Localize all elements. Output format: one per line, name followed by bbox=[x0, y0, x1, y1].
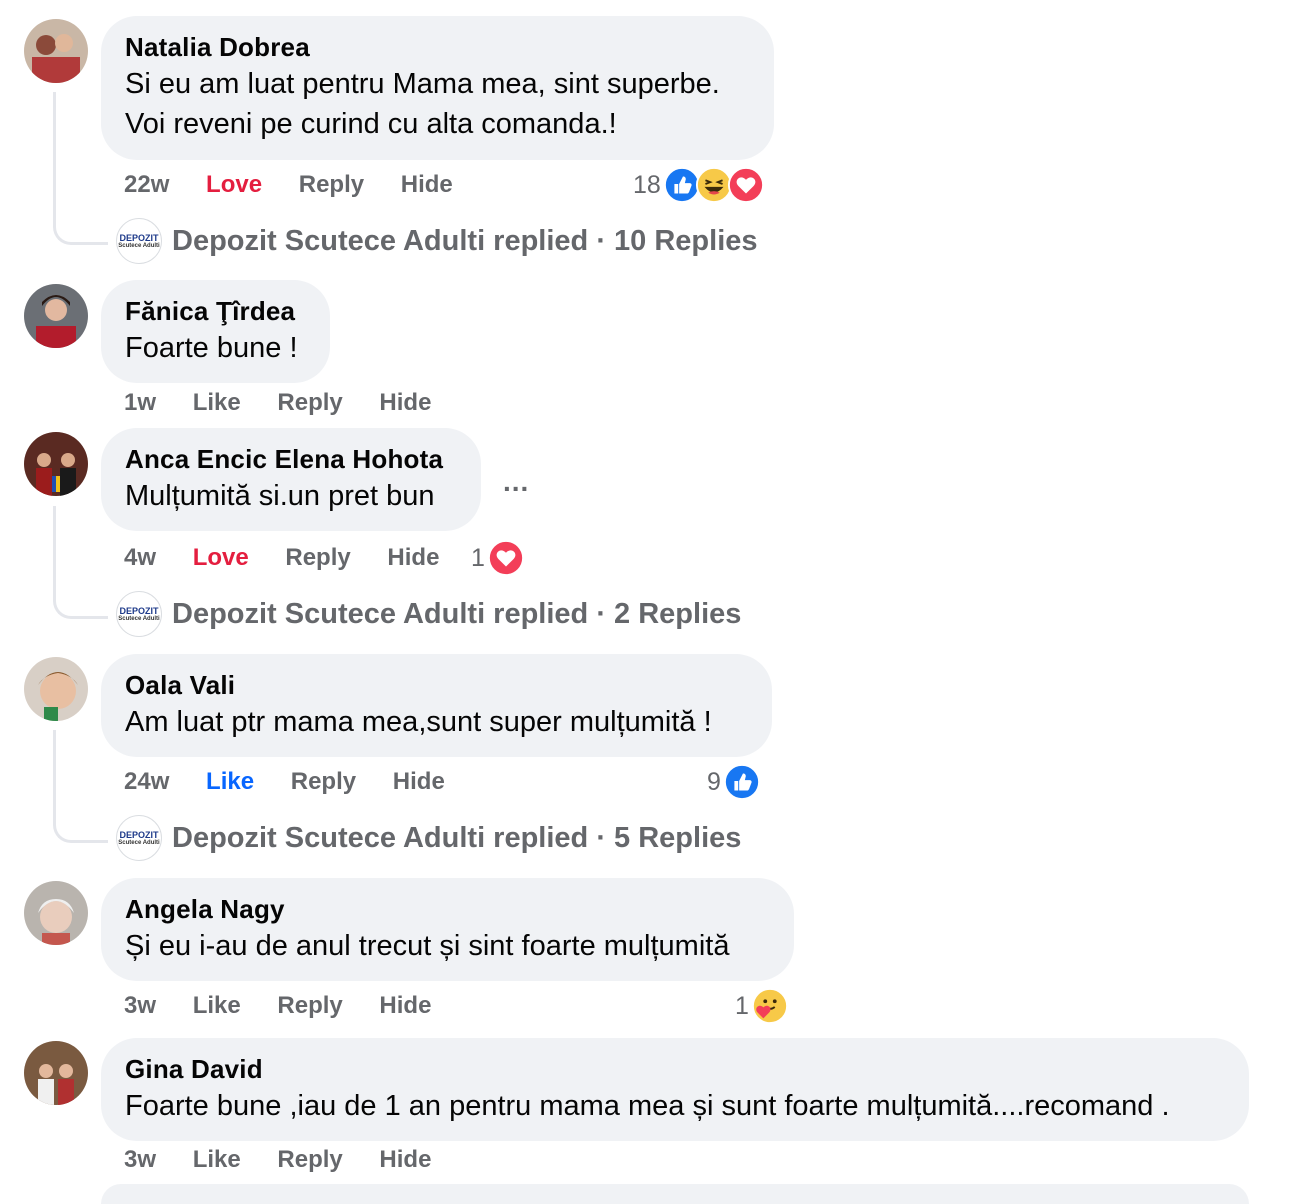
reply-button[interactable]: Reply bbox=[291, 768, 356, 795]
comment-author[interactable]: Natalia Dobrea bbox=[125, 30, 750, 64]
page-logo-text: DEPOZIT bbox=[119, 232, 159, 243]
avatar[interactable] bbox=[24, 657, 88, 721]
reaction-summary[interactable]: 1 bbox=[735, 986, 789, 1026]
reaction-summary[interactable]: 9 bbox=[707, 762, 761, 802]
comment-text: Voi reveni pe curind cu alta comanda.! bbox=[125, 108, 617, 140]
view-replies-link[interactable]: DEPOZIT Scutece Adulti Depozit Scutece A… bbox=[116, 813, 741, 863]
comment-time[interactable]: 24w bbox=[124, 768, 169, 795]
reaction-count: 9 bbox=[707, 767, 721, 796]
love-icon bbox=[487, 539, 525, 577]
comment-time[interactable]: 3w bbox=[124, 992, 156, 1019]
hide-button[interactable]: Hide bbox=[379, 389, 431, 416]
comment-author[interactable]: Oala Vali bbox=[125, 668, 748, 702]
page-logo-subtext: Scutece Adulti bbox=[118, 839, 160, 846]
comment-actions: 3w Like Reply Hide bbox=[124, 1143, 461, 1177]
like-icon bbox=[723, 763, 761, 801]
comment-author[interactable]: Fănica Ţîrdea bbox=[125, 294, 306, 328]
hide-button[interactable]: Hide bbox=[393, 768, 445, 795]
comment-text: Mulțumită si.un pret bun bbox=[125, 480, 435, 512]
comment-time[interactable]: 22w bbox=[124, 171, 169, 198]
avatar[interactable] bbox=[24, 432, 88, 496]
avatar[interactable] bbox=[24, 1041, 88, 1105]
like-button[interactable]: Like bbox=[206, 768, 254, 795]
view-replies-link[interactable]: DEPOZIT Scutece Adulti Depozit Scutece A… bbox=[116, 589, 741, 639]
reply-button[interactable]: Reply bbox=[277, 1146, 342, 1173]
comment-bubble: Natalia Dobrea Si eu am luat pentru Mama… bbox=[101, 16, 774, 160]
replies-text: Depozit Scutece Adulti replied · 5 Repli… bbox=[172, 821, 742, 854]
comment-actions: 22w Love Reply Hide bbox=[124, 168, 483, 202]
comment-actions: 1w Like Reply Hide bbox=[124, 386, 461, 420]
comment-text: Și eu i-au de anul trecut și sint foarte… bbox=[125, 930, 730, 962]
reaction-summary[interactable]: 18 bbox=[633, 165, 765, 205]
replies-text: Depozit Scutece Adulti replied · 2 Repli… bbox=[172, 597, 742, 630]
comment-bubble: Fănica Ţîrdea Foarte bune ! bbox=[101, 280, 330, 383]
page-logo: DEPOZIT Scutece Adulti bbox=[116, 218, 162, 264]
replies-text: Depozit Scutece Adulti replied · 10 Repl… bbox=[172, 224, 758, 257]
like-button[interactable]: Like bbox=[193, 992, 241, 1019]
reaction-count: 1 bbox=[735, 991, 749, 1020]
comment-author[interactable]: Angela Nagy bbox=[125, 892, 770, 926]
comment-bubble: Gina David Foarte bune ,iau de 1 an pent… bbox=[101, 1038, 1249, 1141]
view-replies-link[interactable]: DEPOZIT Scutece Adulti Depozit Scutece A… bbox=[116, 216, 758, 266]
hide-button[interactable]: Hide bbox=[401, 171, 453, 198]
comment-actions: 3w Like Reply Hide bbox=[124, 989, 461, 1023]
comment-text: Am luat ptr mama mea,sunt super mulțumit… bbox=[125, 706, 712, 738]
page-logo: DEPOZIT Scutece Adulti bbox=[116, 815, 162, 861]
comment-time[interactable]: 4w bbox=[124, 544, 156, 571]
reply-button[interactable]: Reply bbox=[299, 171, 364, 198]
love-icon bbox=[727, 166, 765, 204]
reaction-summary[interactable]: 1 bbox=[471, 538, 525, 578]
page-logo-subtext: Scutece Adulti bbox=[118, 242, 160, 249]
love-button[interactable]: Love bbox=[206, 171, 262, 198]
care-icon bbox=[751, 987, 789, 1025]
love-button[interactable]: Love bbox=[193, 544, 249, 571]
reply-button[interactable]: Reply bbox=[277, 992, 342, 1019]
comment-bubble: Anca Encic Elena Hohota Mulțumită si.un … bbox=[101, 428, 481, 531]
avatar[interactable] bbox=[24, 881, 88, 945]
reply-thread-line bbox=[53, 506, 108, 619]
hide-button[interactable]: Hide bbox=[387, 544, 439, 571]
page-logo-text: DEPOZIT bbox=[119, 829, 159, 840]
comment-time[interactable]: 3w bbox=[124, 1146, 156, 1173]
comment-author[interactable]: Anca Encic Elena Hohota bbox=[125, 442, 457, 476]
reaction-count: 1 bbox=[471, 543, 485, 572]
reaction-count: 18 bbox=[633, 170, 661, 199]
page-logo-text: DEPOZIT bbox=[119, 605, 159, 616]
like-button[interactable]: Like bbox=[193, 1146, 241, 1173]
next-comment-bubble bbox=[101, 1184, 1249, 1204]
comment-text: Foarte bune ,iau de 1 an pentru mama mea… bbox=[125, 1090, 1170, 1122]
page-logo-subtext: Scutece Adulti bbox=[118, 615, 160, 622]
comment-actions: 24w Like Reply Hide bbox=[124, 765, 475, 799]
hide-button[interactable]: Hide bbox=[379, 1146, 431, 1173]
reply-button[interactable]: Reply bbox=[285, 544, 350, 571]
reply-button[interactable]: Reply bbox=[277, 389, 342, 416]
comment-time[interactable]: 1w bbox=[124, 389, 156, 416]
comment-bubble: Oala Vali Am luat ptr mama mea,sunt supe… bbox=[101, 654, 772, 757]
hide-button[interactable]: Hide bbox=[379, 992, 431, 1019]
comment-text: Si eu am luat pentru Mama mea, sint supe… bbox=[125, 68, 720, 100]
reply-thread-line bbox=[53, 92, 108, 245]
comment-actions: 4w Love Reply Hide bbox=[124, 541, 469, 575]
comment-text: Foarte bune ! bbox=[125, 332, 298, 364]
avatar[interactable] bbox=[24, 284, 88, 348]
comment-bubble: Angela Nagy Și eu i-au de anul trecut și… bbox=[101, 878, 794, 981]
like-button[interactable]: Like bbox=[193, 389, 241, 416]
page-logo: DEPOZIT Scutece Adulti bbox=[116, 591, 162, 637]
more-options-icon[interactable]: ... bbox=[503, 466, 535, 497]
comment-author[interactable]: Gina David bbox=[125, 1052, 1225, 1086]
avatar[interactable] bbox=[24, 19, 88, 83]
reply-thread-line bbox=[53, 730, 108, 843]
